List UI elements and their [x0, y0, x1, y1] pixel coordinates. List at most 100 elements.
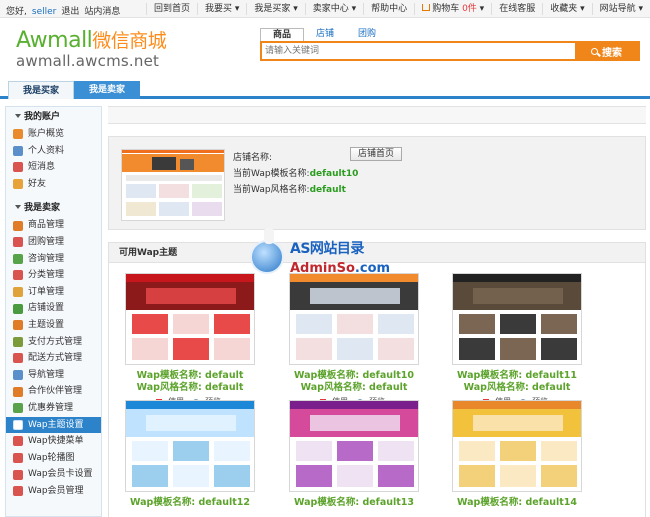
cart-link[interactable]: 购物车 0件 ▾: [414, 3, 491, 15]
sidebar-item-label: Wap轮播图: [28, 452, 75, 463]
top-link-home[interactable]: 回到首页: [145, 3, 197, 15]
current-style-label: 当前Wap风格名称:: [233, 185, 310, 195]
store-icon: [13, 303, 23, 314]
sidebar-seller-list: 商品管理团购管理咨询管理分类管理订单管理店铺设置主题设置支付方式管理 配送方式管理…: [6, 217, 101, 499]
username-link[interactable]: seller: [32, 7, 56, 17]
sidebar-item-wap-menu[interactable]: Wap快捷菜单: [6, 433, 101, 450]
sidebar-item-label: 个人资料: [28, 145, 65, 156]
sidebar-section-account[interactable]: 我的账户: [6, 107, 101, 126]
search-icon: [591, 47, 598, 55]
sidebar-item-label: 好友: [28, 178, 47, 189]
sidebar: 我的账户 账户概览个人资料短消息好友 我是卖家 商品管理团购管理咨询管理分类管理…: [5, 106, 102, 517]
sidebar-item-friends[interactable]: 好友: [6, 176, 101, 193]
theme-thumbnail[interactable]: [452, 273, 582, 365]
theme-thumbnail[interactable]: [125, 400, 255, 492]
sidebar-item-label: 团购管理: [28, 236, 65, 247]
watermark-line1: AS网站目录: [290, 241, 364, 257]
sidebar-item-navigation[interactable]: 导航管理: [6, 367, 101, 384]
sidebar-account-list: 账户概览个人资料短消息好友: [6, 126, 101, 192]
search-input[interactable]: [262, 43, 575, 59]
friends-icon: [13, 179, 23, 190]
top-link-buy[interactable]: 我要买 ▾: [197, 3, 246, 15]
sidebar-item-order[interactable]: 订单管理: [6, 284, 101, 301]
sidebar-item-coupon[interactable]: 优惠券管理: [6, 400, 101, 417]
sidebar-item-profile[interactable]: 个人资料: [6, 143, 101, 160]
sidebar-item-label: Wap会员管理: [28, 485, 84, 496]
top-link-buyer[interactable]: 我是买家 ▾: [246, 3, 304, 15]
member-card-icon: [13, 469, 23, 480]
current-template-label: 当前Wap模板名称:: [233, 169, 310, 179]
top-link-help[interactable]: 帮助中心: [363, 3, 414, 15]
sidebar-item-label: 咨询管理: [28, 253, 65, 264]
sidebar-item-message[interactable]: 短消息: [6, 159, 101, 176]
wap-theme-icon: [13, 419, 23, 430]
sidebar-item-delivery[interactable]: 配送方式管理: [6, 350, 101, 367]
current-style-row: 当前Wap风格名称:default: [233, 182, 358, 198]
search-tab-store[interactable]: 店铺: [304, 28, 346, 41]
sidebar-item-label: 主题设置: [28, 319, 65, 330]
sidebar-item-groupbuy[interactable]: 团购管理: [6, 234, 101, 251]
theme-thumbnail[interactable]: [125, 273, 255, 365]
theme-thumbnail[interactable]: [452, 400, 582, 492]
logout-link[interactable]: 退出: [61, 7, 79, 17]
search-tab-goods[interactable]: 商品: [260, 28, 305, 41]
main-content: 店铺名称: 当前Wap模板名称:default10 当前Wap风格名称:defa…: [108, 106, 646, 517]
sidebar-item-category[interactable]: 分类管理: [6, 267, 101, 284]
theme-preview-image: [453, 401, 581, 487]
member-manage-icon: [13, 486, 23, 497]
tab-buyer[interactable]: 我是买家: [8, 81, 74, 99]
theme-card: Wap模板名称: defaultWap风格名称: default使用预览: [125, 273, 255, 408]
sidebar-item-partner[interactable]: 合作伙伴管理: [6, 383, 101, 400]
top-link-service[interactable]: 在线客服: [491, 3, 542, 15]
message-icon: [13, 162, 23, 173]
site-logo[interactable]: Awmall微信商城 awmall.awcms.net: [16, 30, 167, 70]
theme-card: Wap模板名称: default10Wap风格名称: default使用预览: [289, 273, 419, 408]
cart-count: 0件: [462, 4, 477, 14]
theme-template-name: Wap模板名称: default10: [293, 370, 415, 381]
logo-brand-cn: 微信商城: [92, 30, 167, 52]
search-tab-groupbuy[interactable]: 团购: [346, 28, 388, 41]
store-home-button[interactable]: 店铺首页: [350, 147, 402, 161]
sidebar-item-label: 短消息: [28, 162, 56, 173]
goods-icon: [13, 220, 23, 231]
sidebar-section-seller[interactable]: 我是卖家: [6, 198, 101, 217]
sidebar-item-label: 分类管理: [28, 270, 65, 281]
theme-template-name: Wap模板名称: default: [136, 370, 244, 381]
logo-domain: awmall.awcms.net: [16, 52, 160, 70]
content-header-strip: [108, 106, 646, 124]
sidebar-item-label: Wap会员卡设置: [28, 469, 93, 480]
coupon-icon: [13, 403, 23, 414]
watermark-line2a: AdminSo: [290, 261, 355, 276]
sidebar-item-label: 店铺设置: [28, 303, 65, 314]
top-link-favorites[interactable]: 收藏夹 ▾: [542, 3, 591, 15]
sidebar-item-member-manage[interactable]: Wap会员管理: [6, 483, 101, 500]
partner-icon: [13, 386, 23, 397]
sidebar-item-member-card[interactable]: Wap会员卡设置: [6, 466, 101, 483]
top-link-sitenav[interactable]: 网站导航 ▾: [591, 3, 650, 15]
theme-template-name: Wap模板名称: default13: [293, 497, 415, 508]
sidebar-item-house[interactable]: 账户概览: [6, 126, 101, 143]
sidebar-item-goods[interactable]: 商品管理: [6, 217, 101, 234]
store-info-panel: 店铺名称: 当前Wap模板名称:default10 当前Wap风格名称:defa…: [108, 136, 646, 230]
theme-template-name: Wap模板名称: default14: [456, 497, 578, 508]
theme-preview-image: [126, 274, 254, 360]
search-tabs: 商品 店铺 团购: [260, 28, 640, 41]
messages-link[interactable]: 站内消息: [84, 7, 120, 17]
tab-seller[interactable]: 我是卖家: [74, 81, 140, 99]
payment-icon: [13, 336, 23, 347]
theme-thumbnail[interactable]: [289, 400, 419, 492]
search-button[interactable]: 搜索: [575, 43, 638, 59]
sidebar-item-consult[interactable]: 咨询管理: [6, 251, 101, 268]
cart-icon: [422, 4, 431, 11]
current-theme-thumbnail: [121, 149, 225, 221]
theme-preview-image: [290, 401, 418, 487]
sidebar-item-wap-slider[interactable]: Wap轮播图: [6, 450, 101, 467]
sidebar-item-store[interactable]: 店铺设置: [6, 300, 101, 317]
search-box: 搜索: [260, 41, 640, 61]
sidebar-item-wap-theme[interactable]: Wap主题设置: [6, 416, 101, 434]
sidebar-item-payment[interactable]: 支付方式管理: [6, 334, 101, 351]
current-theme-preview-image: [122, 150, 224, 216]
current-style-value: default: [309, 185, 346, 195]
top-link-seller-center[interactable]: 卖家中心 ▾: [304, 3, 363, 15]
sidebar-item-theme[interactable]: 主题设置: [6, 317, 101, 334]
